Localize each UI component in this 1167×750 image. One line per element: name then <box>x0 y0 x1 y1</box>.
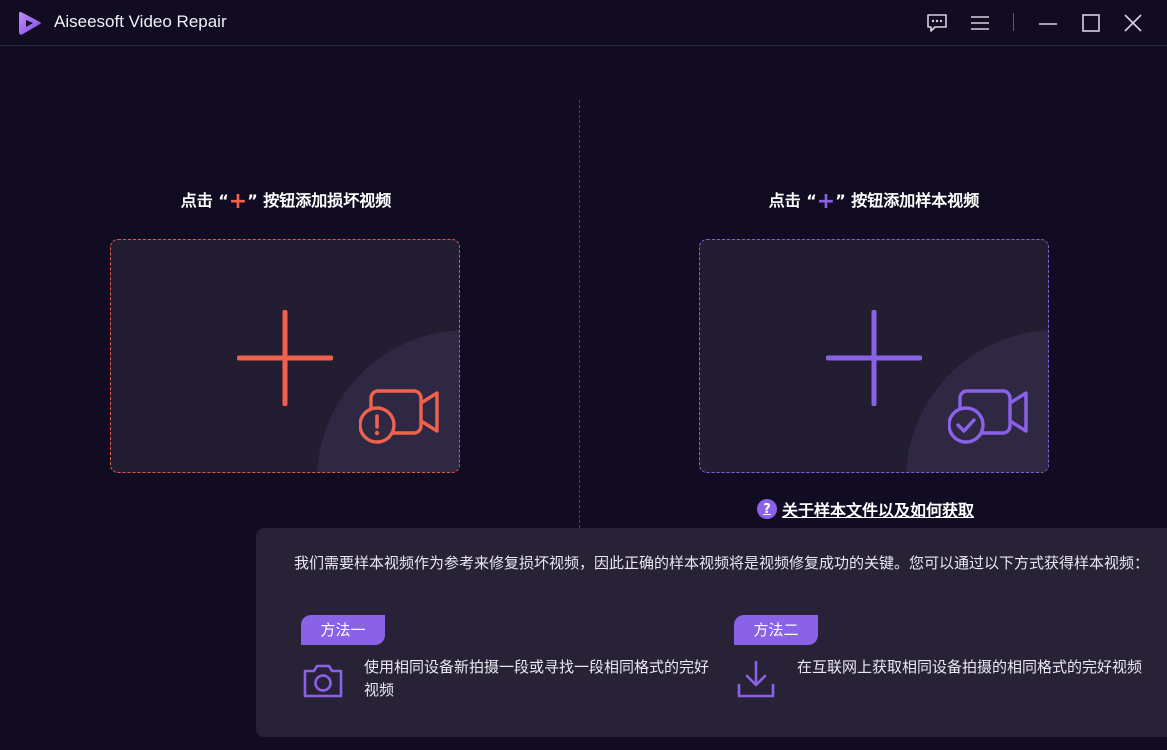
sample-info-panel: 我们需要样本视频作为参考来修复损坏视频，因此正确的样本视频将是视频修复成功的关键… <box>256 528 1167 737</box>
sample-help-link[interactable]: ? 关于样本文件以及如何获取 <box>757 497 974 521</box>
feedback-button[interactable] <box>922 8 952 38</box>
method-one-text: 使用相同设备新拍摄一段或寻找一段相同格式的完好视频 <box>364 658 710 699</box>
add-plus-icon[interactable] <box>237 310 333 406</box>
menu-button[interactable] <box>965 8 995 38</box>
camera-warning-icon <box>359 389 439 444</box>
add-plus-icon[interactable] <box>826 310 922 406</box>
minimize-icon <box>1039 23 1057 25</box>
broken-video-heading: 点击 “+” 按钮添加损坏视频 <box>106 187 466 214</box>
sample-heading-plus: + <box>816 189 836 214</box>
menu-icon <box>971 16 989 30</box>
camera-icon <box>303 664 343 698</box>
minimize-button[interactable] <box>1033 8 1063 38</box>
broken-heading-prefix: 点击 “ <box>180 191 229 210</box>
feedback-icon <box>927 14 947 32</box>
panel-divider <box>579 100 580 528</box>
close-button[interactable] <box>1118 8 1148 38</box>
question-icon: ? <box>757 499 777 519</box>
download-icon <box>737 660 775 698</box>
sample-help-link-text[interactable]: 关于样本文件以及如何获取 <box>782 497 974 521</box>
sample-video-heading: 点击 “+” 按钮添加样本视频 <box>694 187 1054 214</box>
method-one-tag: 方法一 <box>301 615 385 645</box>
sample-heading-suffix: ” 按钮添加样本视频 <box>835 191 980 210</box>
add-broken-video-dropzone[interactable] <box>110 239 460 473</box>
sample-heading-prefix: 点击 “ <box>768 191 817 210</box>
titlebar-separator <box>1013 13 1014 31</box>
title-bar: Aiseesoft Video Repair <box>0 0 1167 46</box>
method-two-tag: 方法二 <box>734 615 818 645</box>
app-logo-icon <box>19 11 41 35</box>
close-icon <box>1124 14 1142 32</box>
broken-heading-plus: + <box>228 189 248 214</box>
method-two-text: 在互联网上获取相同设备拍摄的相同格式的完好视频 <box>797 658 1143 676</box>
maximize-button[interactable] <box>1076 8 1106 38</box>
broken-heading-suffix: ” 按钮添加损坏视频 <box>247 191 392 210</box>
camera-check-icon <box>948 389 1028 444</box>
add-sample-video-dropzone[interactable] <box>699 239 1049 473</box>
sample-info-text: 我们需要样本视频作为参考来修复损坏视频，因此正确的样本视频将是视频修复成功的关键… <box>294 554 1150 572</box>
app-title: Aiseesoft Video Repair <box>54 12 227 31</box>
maximize-icon <box>1082 14 1100 32</box>
